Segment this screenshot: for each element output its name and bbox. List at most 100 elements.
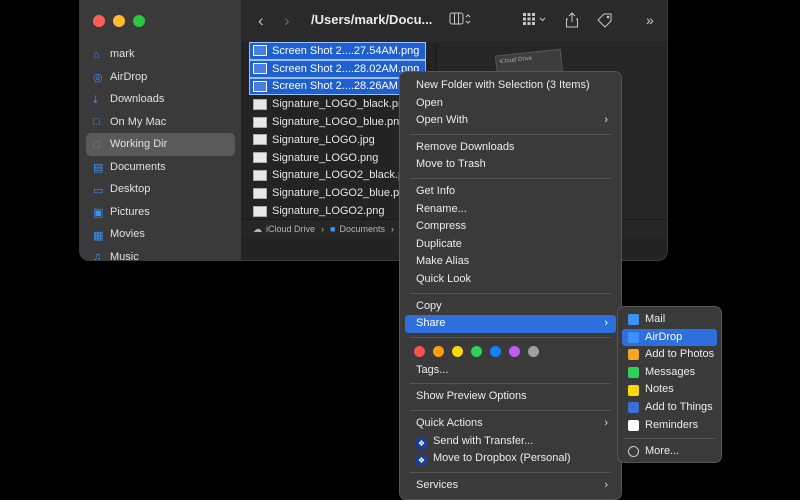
tag-color-dot[interactable] [490,346,501,358]
sidebar-item-label: On My Mac [110,115,167,128]
forward-arrow-icon[interactable]: › [284,11,290,31]
menu-item-remove-downloads[interactable]: Remove Downloads [405,139,616,157]
minimize-button[interactable] [113,15,125,27]
menu-item-open[interactable]: Open [405,95,616,113]
documents-icon: ▤ [93,162,104,175]
zoom-button[interactable] [133,15,145,27]
tag-color-dot[interactable] [471,346,482,358]
menu-item-send-with-transfer[interactable]: ❖ Send with Transfer... [405,433,616,451]
image-file-icon [253,63,267,75]
window-controls [93,15,145,27]
file-name: Signature_LOGO2.png [272,205,385,218]
menu-item-share[interactable]: Share › [405,315,616,333]
menu-item-tags[interactable]: Tags... [405,362,616,380]
share-item-add-to-photos[interactable]: Add to Photos [622,346,717,364]
menu-item-duplicate[interactable]: Duplicate [405,236,616,254]
sidebar-item-downloads[interactable]: ⤓ Downloads [86,88,235,111]
image-file-icon [253,80,267,92]
file-name: Signature_LOGO2_blue.pn [272,187,406,200]
share-item-add-to-things[interactable]: Add to Things [622,399,717,417]
desktop-icon: ▭ [93,184,104,197]
sidebar-item-airdrop[interactable]: ◎ AirDrop [86,66,235,89]
pictures-icon: ▣ [93,207,104,220]
sidebar-item-label: Pictures [110,205,150,218]
menu-separator [410,383,611,385]
menu-item-label: Open With [416,114,468,127]
menu-item-move-to-trash[interactable]: Move to Trash [405,156,616,174]
pathbar-item-icloud[interactable]: iCloud Drive [266,224,315,234]
sidebar-item-on-my-mac[interactable]: □ On My Mac [86,111,235,134]
tag-color-dot[interactable] [452,346,463,358]
menu-item-make-alias[interactable]: Make Alias [405,253,616,271]
column-view-icon[interactable] [449,12,471,29]
share-item-notes[interactable]: Notes [622,381,717,399]
menu-item-quick-look[interactable]: Quick Look [405,271,616,289]
chevron-right-icon: › [604,416,608,429]
file-name: Signature_LOGO.jpg [272,133,375,146]
chevron-right-icon: › [391,224,394,234]
menu-item-open-with[interactable]: Open With › [405,112,616,130]
share-item-airdrop[interactable]: AirDrop [622,328,717,347]
tag-color-dot[interactable] [528,346,539,358]
sidebar-item-mark[interactable]: ⌂ mark [86,43,235,66]
menu-item-new-folder[interactable]: New Folder with Selection (3 Items) [405,77,616,95]
close-button[interactable] [93,15,105,27]
back-arrow-icon[interactable]: ‹ [258,11,264,31]
share-item-reminders[interactable]: Reminders [622,417,717,435]
sidebar: ⌂ mark ◎ AirDrop ⤓ Downloads □ On My Mac □ Workin… [80,0,241,260]
sidebar-item-desktop[interactable]: ▭ Desktop [86,178,235,201]
sidebar-item-documents[interactable]: ▤ Documents [86,156,235,179]
share-icon[interactable] [565,12,579,31]
more-icon [628,446,639,458]
menu-separator [410,133,611,135]
airdrop-icon: ◎ [93,72,103,85]
folder-icon: □ [93,116,100,129]
airdrop-icon [628,331,639,343]
sidebar-item-working-dir[interactable]: □ Working Dir [86,133,235,156]
share-item-label: AirDrop [645,330,683,343]
pathbar-item-documents[interactable]: Documents [339,224,385,234]
menu-item-quick-actions[interactable]: Quick Actions › [405,415,616,433]
sidebar-item-label: Documents [110,160,166,173]
more-toolbar-icon[interactable]: » [646,12,654,28]
menu-item-services[interactable]: Services › [405,477,616,495]
share-item-label: Notes [645,383,674,396]
chevron-right-icon: › [604,114,608,127]
file-name: Signature_LOGO2_black.p [272,169,405,182]
tag-color-dot[interactable] [509,346,520,358]
movies-icon: ▦ [93,229,104,242]
share-item-mail[interactable]: Mail [622,311,717,329]
menu-separator [410,336,611,338]
folder-icon: □ [93,138,100,151]
cloud-icon: ☁ [253,223,262,234]
mail-icon [628,314,639,326]
menu-item-rename[interactable]: Rename... [405,201,616,219]
share-item-more[interactable]: More... [622,443,717,461]
notes-icon [628,384,639,396]
sidebar-list: ⌂ mark ◎ AirDrop ⤓ Downloads □ On My Mac □ Workin… [86,43,235,261]
image-file-icon [253,45,267,57]
sidebar-item-label: Working Dir [110,138,168,151]
tag-color-dot[interactable] [433,346,444,358]
sidebar-item-pictures[interactable]: ▣ Pictures [86,201,235,224]
menu-item-move-to-dropbox[interactable]: ❖ Move to Dropbox (Personal) [405,450,616,468]
menu-item-get-info[interactable]: Get Info [405,183,616,201]
tag-icon[interactable] [596,12,614,31]
share-item-messages[interactable]: Messages [622,364,717,382]
sidebar-item-movies[interactable]: ▦ Movies [86,223,235,246]
file-row[interactable]: Screen Shot 2....27.54AM.png [249,42,426,60]
menu-item-show-preview-options[interactable]: Show Preview Options [405,388,616,406]
group-icon[interactable] [522,12,548,29]
menu-item-compress[interactable]: Compress [405,218,616,236]
preview-label: iCloud Drive [499,55,533,66]
share-item-label: Add to Photos [645,348,715,361]
image-file-icon [253,205,267,217]
sidebar-item-music[interactable]: ♫ Music [86,246,235,261]
tag-color-dot[interactable] [414,346,425,358]
sidebar-item-label: Music [110,250,139,261]
menu-item-copy[interactable]: Copy [405,298,616,316]
share-item-label: Reminders [645,418,699,431]
file-name: Screen Shot 2....28.02AM.png [272,62,420,75]
menu-item-label: Send with Transfer... [433,434,534,447]
sidebar-item-label: Desktop [110,183,151,196]
